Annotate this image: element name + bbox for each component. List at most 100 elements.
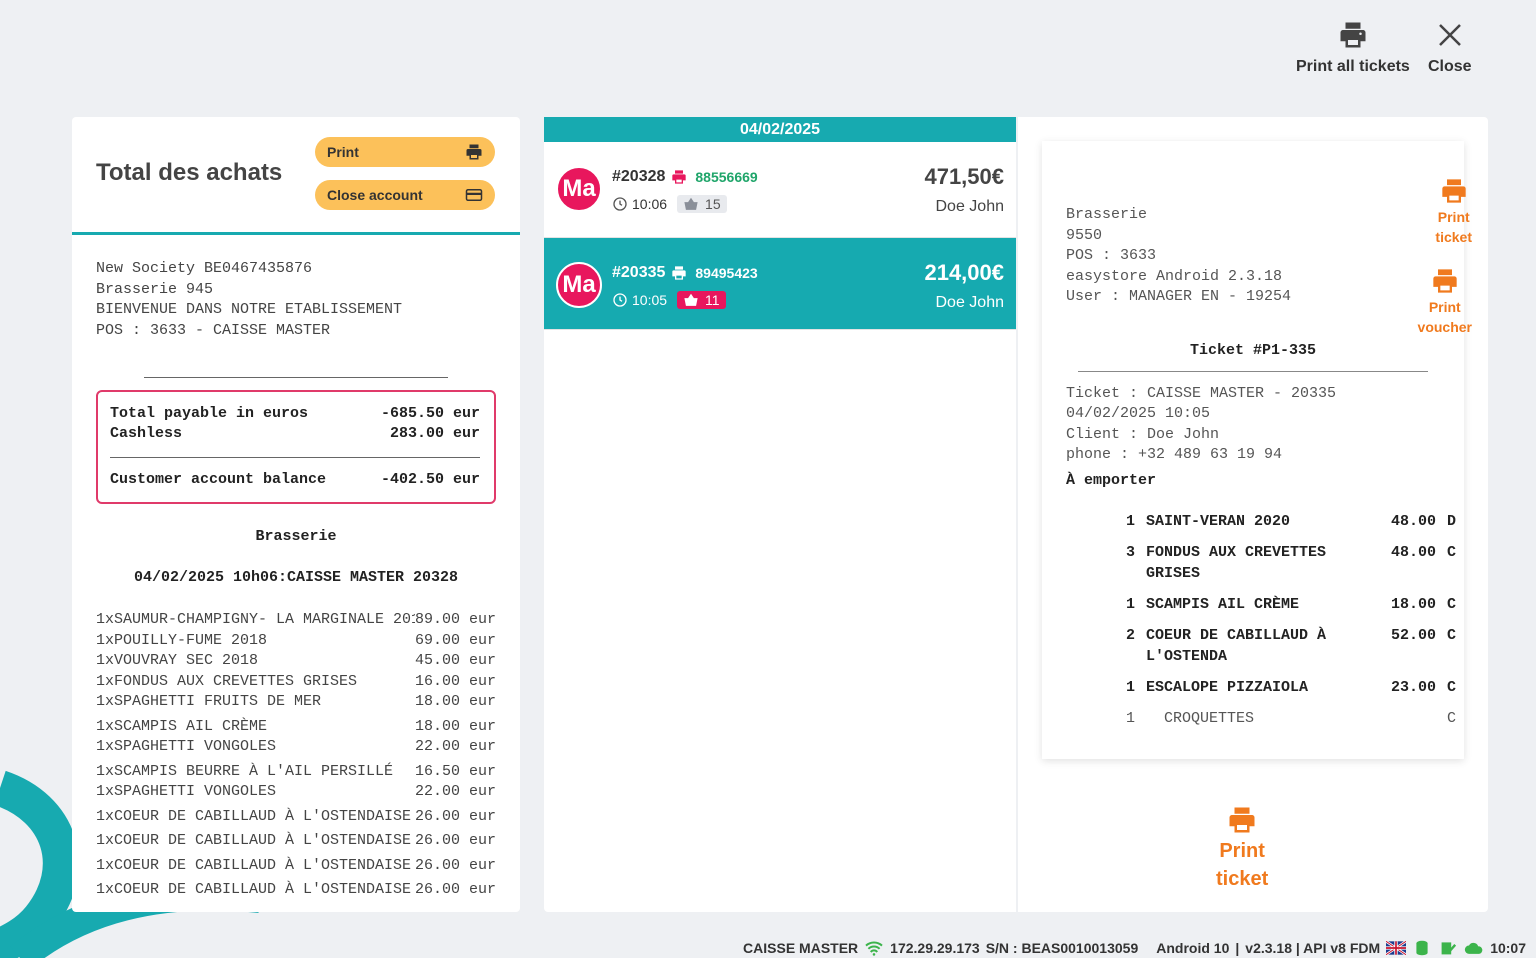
ticket-amount: 471,50€ bbox=[924, 164, 1004, 189]
item-name: 1xSCAMPIS BEURRE À L'AIL PERSILLÉ bbox=[96, 762, 394, 780]
printer-icon bbox=[672, 266, 687, 280]
print-voucher-label-2: voucher bbox=[1417, 319, 1472, 335]
item-price: 23.00 bbox=[1390, 678, 1436, 696]
print-label-2: ticket bbox=[1216, 868, 1269, 890]
print-ticket-bottom-button[interactable]: Print ticket bbox=[1216, 805, 1268, 893]
balance-value: -402.50 eur bbox=[380, 471, 480, 488]
receipt-preview: Brasserie 9550 POS : 3633 easystore Andr… bbox=[1042, 141, 1464, 759]
item-name: SAINT-VERAN 2020 bbox=[1146, 512, 1291, 530]
item-qty: 1 bbox=[1126, 678, 1136, 696]
divider bbox=[1078, 370, 1428, 372]
close-label: Close bbox=[1428, 58, 1472, 75]
receipt-header-line: 9550 bbox=[1066, 226, 1103, 244]
purchases-header: Total des achats Print Close account bbox=[72, 117, 520, 235]
society-line: BIENVENUE DANS NOTRE ETABLISSEMENT bbox=[96, 301, 403, 318]
item-vat-code: C bbox=[1446, 626, 1456, 644]
ticket-row[interactable]: Ma #20328 88556669 10:06 15 471,50€ Doe … bbox=[544, 142, 1016, 238]
close-button[interactable]: Close bbox=[1428, 20, 1472, 76]
separator: | bbox=[1235, 940, 1240, 956]
customer-name: Doe John bbox=[935, 198, 1005, 215]
cloud-icon bbox=[1465, 942, 1483, 954]
ticket-number: #20328 bbox=[612, 168, 666, 185]
item-price: 26.00 eur bbox=[414, 807, 496, 825]
cashless-label: Cashless bbox=[110, 425, 183, 442]
item-name: 1xSCAMPIS AIL CRÈME bbox=[96, 717, 268, 735]
item-qty: 1 bbox=[1126, 595, 1136, 613]
item-price: 18.00 bbox=[1390, 595, 1436, 613]
uk-flag-icon[interactable] bbox=[1386, 940, 1407, 956]
list-item: 1xSPAGHETTI FRUITS DE MER 18.00 eur bbox=[96, 692, 496, 713]
item-price: 18.00 eur bbox=[414, 717, 496, 735]
item-name: 1xCOEUR DE CABILLAUD À L'OSTENDAISE bbox=[96, 881, 412, 898]
item-price bbox=[1346, 708, 1436, 729]
item-name: 1xSPAGHETTI VONGOLES bbox=[96, 738, 277, 755]
totals-box: Total payable in euros -685.50 eur Cashl… bbox=[96, 390, 496, 504]
list-item: 1xPOUILLY-FUME 2018 69.00 eur bbox=[96, 631, 496, 652]
ticket-code: 89495423 bbox=[695, 265, 758, 281]
divider bbox=[110, 457, 480, 458]
list-item: 1xCOEUR DE CABILLAUD À L'OSTENDAISE 26.00… bbox=[96, 807, 496, 828]
receipt-info-line: Client : Doe John bbox=[1066, 425, 1220, 443]
item-price: 48.00 bbox=[1390, 512, 1436, 530]
item-price: 18.00 eur bbox=[414, 693, 496, 710]
ticket-header-line: 04/02/2025 10h06:CAISSE MASTER 20328 bbox=[133, 569, 459, 586]
item-price: 16.50 eur bbox=[414, 762, 496, 780]
item-price: 16.00 eur bbox=[414, 672, 496, 690]
divider bbox=[144, 377, 448, 378]
list-item: 1xCOEUR DE CABILLAUD À L'OSTENDAISE 26.00… bbox=[96, 856, 496, 877]
item-vat-code: D bbox=[1446, 512, 1456, 530]
venue-name: Brasserie bbox=[255, 528, 337, 545]
receipt-header-line: Brasserie bbox=[1066, 206, 1148, 223]
tickets-list-panel: 04/02/2025 Ma #20328 88556669 10:06 15 4… bbox=[544, 117, 1016, 912]
item-price: 45.00 eur bbox=[414, 652, 496, 669]
list-item: 1xSCAMPIS BEURRE À L'AIL PERSILLÉ 16.50 e… bbox=[96, 762, 496, 783]
ip-address: 172.29.29.173 bbox=[890, 940, 980, 956]
receipt-item: 3 FONDUS AUX CREVETTES GRISES 48.00 C bbox=[1126, 542, 1456, 584]
item-price: 26.00 eur bbox=[414, 832, 496, 849]
list-item: 1xSAUMUR-CHAMPIGNY- LA MARGINALE 2019 89.… bbox=[96, 610, 496, 631]
avatar: Ma bbox=[556, 166, 602, 212]
ticket-row-selected[interactable]: Ma #20335 89495423 10:05 11 214,00€ Doe … bbox=[544, 238, 1016, 330]
list-item: 1xVOUVRAY SEC 2018 45.00 eur bbox=[96, 651, 496, 672]
receipt-header-line: easystore Android 2.3.18 bbox=[1066, 267, 1283, 285]
clock-icon bbox=[613, 197, 627, 211]
item-name: FONDUS AUX CREVETTES GRISES bbox=[1146, 543, 1327, 582]
app-version: v2.3.18 | API v8 FDM bbox=[1245, 940, 1381, 956]
print-all-tickets-button[interactable]: Print all tickets bbox=[1296, 20, 1410, 76]
item-name: 1xPOUILLY-FUME 2018 bbox=[96, 631, 268, 649]
item-name: 1xSPAGHETTI FRUITS DE MER bbox=[96, 693, 322, 710]
item-name: CROQUETTES bbox=[1146, 709, 1255, 727]
item-price: 26.00 eur bbox=[414, 856, 496, 874]
receipt-info-line: 04/02/2025 10:05 bbox=[1066, 405, 1211, 422]
society-line: Brasserie 945 bbox=[96, 280, 214, 298]
item-price: 22.00 eur bbox=[414, 783, 496, 800]
print-voucher-button[interactable]: Print voucher bbox=[1418, 267, 1472, 337]
print-label-1: Print bbox=[1219, 840, 1265, 862]
society-line: POS : 3633 - CAISSE MASTER bbox=[96, 321, 331, 339]
item-vat-code: C bbox=[1446, 595, 1456, 613]
ticket-amount: 214,00€ bbox=[924, 260, 1004, 285]
ticket-time: 10:05 bbox=[632, 292, 668, 308]
balance-label: Customer account balance bbox=[110, 471, 327, 488]
item-name: 1xVOUVRAY SEC 2018 bbox=[96, 652, 259, 669]
print-ticket-label-1: Print bbox=[1437, 209, 1470, 225]
print-ticket-button[interactable]: Print ticket bbox=[1435, 177, 1472, 247]
item-qty: 3 bbox=[1126, 543, 1136, 561]
cashless-value: 283.00 eur bbox=[389, 425, 480, 442]
os-version: Android 10 bbox=[1156, 940, 1230, 956]
receipt-header-line: User : MANAGER EN - 19254 bbox=[1066, 288, 1292, 305]
printer-icon bbox=[1433, 269, 1457, 293]
purchases-panel: Total des achats Print Close account New… bbox=[72, 117, 520, 912]
item-name: SCAMPIS AIL CRÈME bbox=[1146, 595, 1300, 613]
close-account-button[interactable]: Close account bbox=[315, 180, 495, 210]
receipt-items: 1 SAINT-VERAN 2020 48.00 D 3 FONDUS AUX CREV… bbox=[1066, 511, 1456, 729]
list-item: 1xCOEUR DE CABILLAUD À L'OSTENDAISE 26.00… bbox=[96, 831, 496, 852]
print-button[interactable]: Print bbox=[315, 137, 495, 167]
printer-icon bbox=[1340, 22, 1366, 48]
item-qty: 1 bbox=[1126, 512, 1136, 530]
close-account-label: Close account bbox=[327, 187, 423, 203]
receipt-item: 2 COEUR DE CABILLAUD À L'OSTENDA 52.00 C bbox=[1126, 625, 1456, 667]
item-price: 26.00 eur bbox=[414, 881, 496, 898]
customer-name: Doe John bbox=[935, 294, 1005, 311]
item-qty: 1 bbox=[1126, 709, 1136, 727]
